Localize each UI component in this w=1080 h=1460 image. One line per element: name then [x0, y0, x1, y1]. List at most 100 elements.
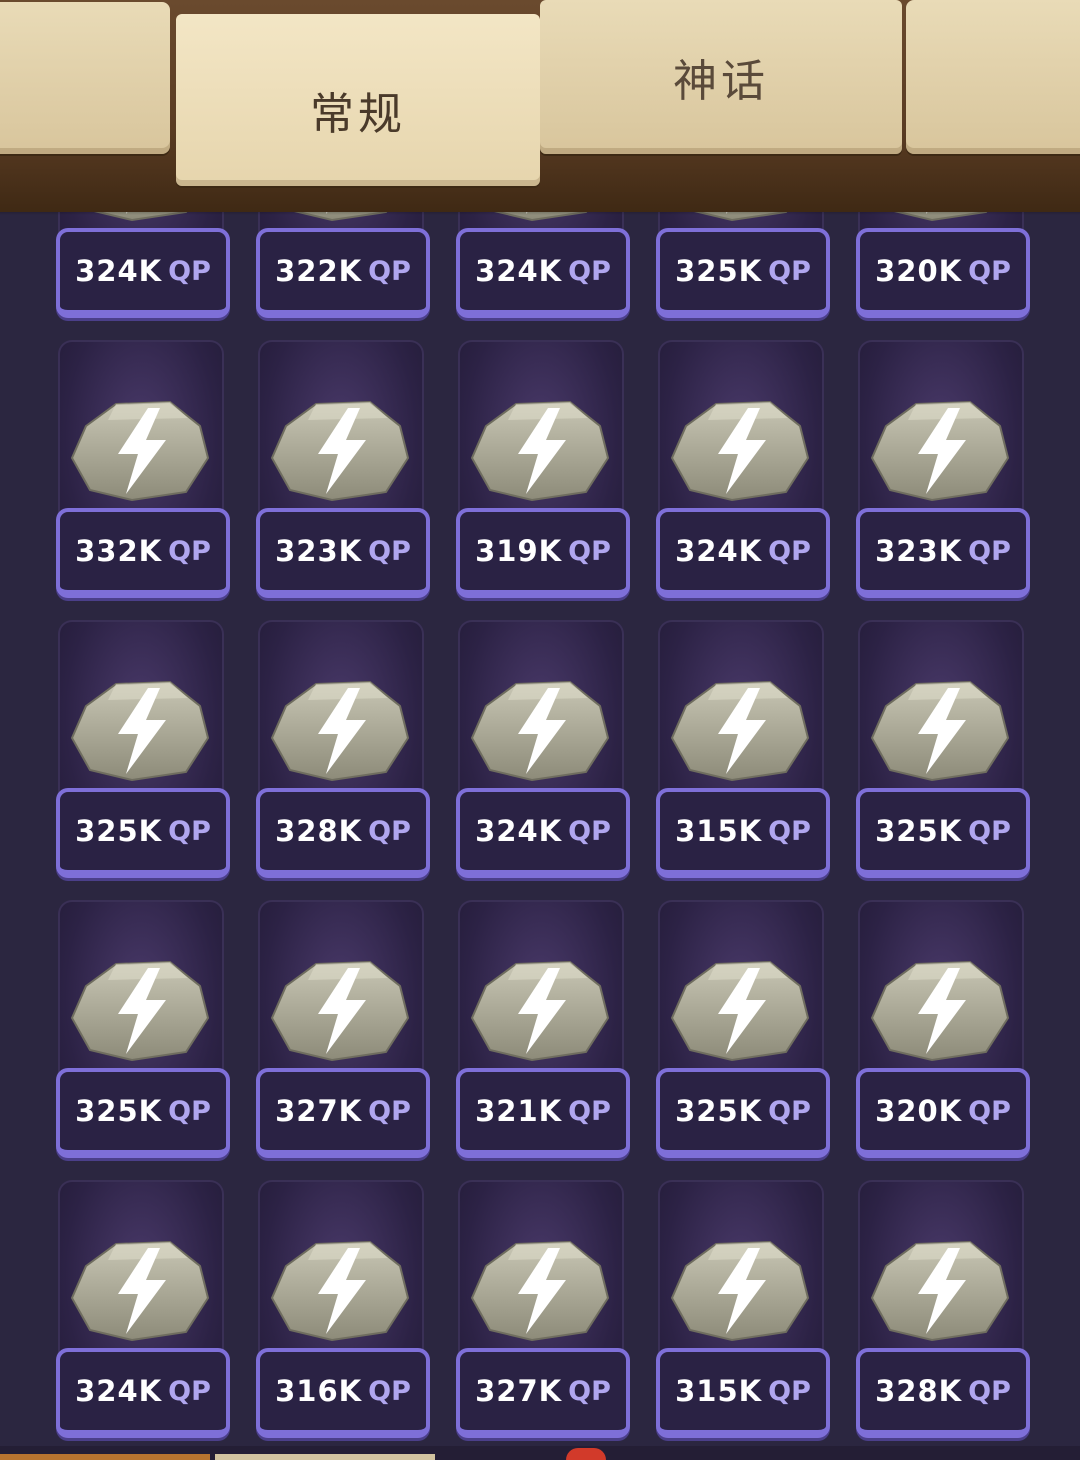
lightning-stone-icon — [68, 676, 212, 784]
lightning-stone-icon — [268, 1236, 412, 1344]
price-tag: 319K QP — [456, 508, 630, 598]
shop-item-card[interactable]: 325K QP — [56, 620, 230, 878]
price-unit: QP — [968, 535, 1011, 567]
shop-item-card[interactable]: 325K QP — [56, 900, 230, 1158]
price-unit: QP — [368, 535, 411, 567]
shop-item-card[interactable]: 324K QP — [656, 340, 830, 598]
shop-item-card[interactable]: 315K QP — [656, 620, 830, 878]
shop-item-card[interactable]: 324K QP — [56, 1180, 230, 1438]
price-unit: QP — [568, 1095, 611, 1127]
bottom-strip-segment — [215, 1454, 435, 1460]
price-unit: QP — [568, 255, 611, 287]
price-unit: QP — [168, 535, 211, 567]
price-value: 315K — [675, 814, 763, 848]
price-value: 324K — [475, 814, 563, 848]
price-tag: 322K QP — [256, 228, 430, 318]
lightning-stone-icon — [268, 396, 412, 504]
tab-previous[interactable] — [0, 2, 170, 154]
price-tag: 325K QP — [856, 788, 1030, 878]
price-tag: 327K QP — [256, 1068, 430, 1158]
price-unit: QP — [168, 815, 211, 847]
price-value: 320K — [875, 1094, 963, 1128]
price-value: 323K — [875, 534, 963, 568]
bottom-strip — [0, 1446, 1080, 1460]
tab-regular-label: 常规 — [310, 89, 406, 140]
price-unit: QP — [768, 815, 811, 847]
price-tag: 327K QP — [456, 1348, 630, 1438]
price-value: 325K — [675, 254, 763, 288]
lightning-stone-icon — [468, 396, 612, 504]
price-unit: QP — [968, 1375, 1011, 1407]
shop-item-card[interactable]: 320K QP — [856, 900, 1030, 1158]
price-unit: QP — [568, 535, 611, 567]
price-tag: 325K QP — [56, 1068, 230, 1158]
shop-item-card[interactable]: 321K QP — [456, 900, 630, 1158]
price-value: 327K — [475, 1374, 563, 1408]
price-unit: QP — [368, 1375, 411, 1407]
tab-mythic-label: 神话 — [673, 56, 769, 107]
lightning-stone-icon — [468, 676, 612, 784]
price-tag: 328K QP — [256, 788, 430, 878]
price-tag: 324K QP — [456, 228, 630, 318]
item-grid: 324K QP 322K QP 324K QP 325K QP 320K QP 332K QP 323K… — [0, 0, 1080, 1460]
shop-item-card[interactable]: 324K QP — [456, 620, 630, 878]
price-tag: 324K QP — [456, 788, 630, 878]
price-tag: 324K QP — [56, 228, 230, 318]
tab-bar: 常规 神话 — [0, 0, 1080, 212]
price-value: 321K — [475, 1094, 563, 1128]
shop-item-card[interactable]: 328K QP — [856, 1180, 1030, 1438]
price-value: 319K — [475, 534, 563, 568]
shop-item-card[interactable]: 323K QP — [256, 340, 430, 598]
price-unit: QP — [368, 255, 411, 287]
price-tag: 325K QP — [656, 228, 830, 318]
price-value: 325K — [75, 1094, 163, 1128]
price-unit: QP — [968, 815, 1011, 847]
price-value: 327K — [275, 1094, 363, 1128]
price-tag: 320K QP — [856, 228, 1030, 318]
shop-item-card[interactable]: 325K QP — [856, 620, 1030, 878]
lightning-stone-icon — [68, 396, 212, 504]
price-value: 315K — [675, 1374, 763, 1408]
lightning-stone-icon — [868, 676, 1012, 784]
tab-next[interactable] — [906, 0, 1080, 154]
lightning-stone-icon — [468, 956, 612, 1064]
lightning-stone-icon — [68, 1236, 212, 1344]
shop-item-card[interactable]: 327K QP — [256, 900, 430, 1158]
shop-item-card[interactable]: 316K QP — [256, 1180, 430, 1438]
price-value: 324K — [75, 254, 163, 288]
price-value: 328K — [875, 1374, 963, 1408]
price-tag: 325K QP — [656, 1068, 830, 1158]
price-value: 324K — [75, 1374, 163, 1408]
price-value: 325K — [675, 1094, 763, 1128]
tab-mythic[interactable]: 神话 — [540, 0, 902, 154]
shop-item-card[interactable]: 319K QP — [456, 340, 630, 598]
price-tag: 332K QP — [56, 508, 230, 598]
lightning-stone-icon — [868, 1236, 1012, 1344]
price-unit: QP — [768, 1095, 811, 1127]
price-unit: QP — [168, 255, 211, 287]
shop-item-card[interactable]: 325K QP — [656, 900, 830, 1158]
price-tag: 323K QP — [256, 508, 430, 598]
price-tag: 324K QP — [56, 1348, 230, 1438]
price-unit: QP — [568, 815, 611, 847]
price-value: 324K — [675, 534, 763, 568]
lightning-stone-icon — [668, 1236, 812, 1344]
shop-item-card[interactable]: 328K QP — [256, 620, 430, 878]
tab-regular[interactable]: 常规 — [176, 14, 540, 186]
price-value: 332K — [75, 534, 163, 568]
shop-item-card[interactable]: 327K QP — [456, 1180, 630, 1438]
price-value: 320K — [875, 254, 963, 288]
price-tag: 315K QP — [656, 1348, 830, 1438]
price-unit: QP — [768, 255, 811, 287]
lightning-stone-icon — [668, 956, 812, 1064]
lightning-stone-icon — [268, 676, 412, 784]
price-value: 325K — [875, 814, 963, 848]
bottom-strip-segment — [0, 1454, 210, 1460]
shop-item-card[interactable]: 315K QP — [656, 1180, 830, 1438]
shop-item-card[interactable]: 332K QP — [56, 340, 230, 598]
lightning-stone-icon — [868, 956, 1012, 1064]
price-unit: QP — [568, 1375, 611, 1407]
price-unit: QP — [168, 1375, 211, 1407]
shop-item-card[interactable]: 323K QP — [856, 340, 1030, 598]
price-value: 323K — [275, 534, 363, 568]
